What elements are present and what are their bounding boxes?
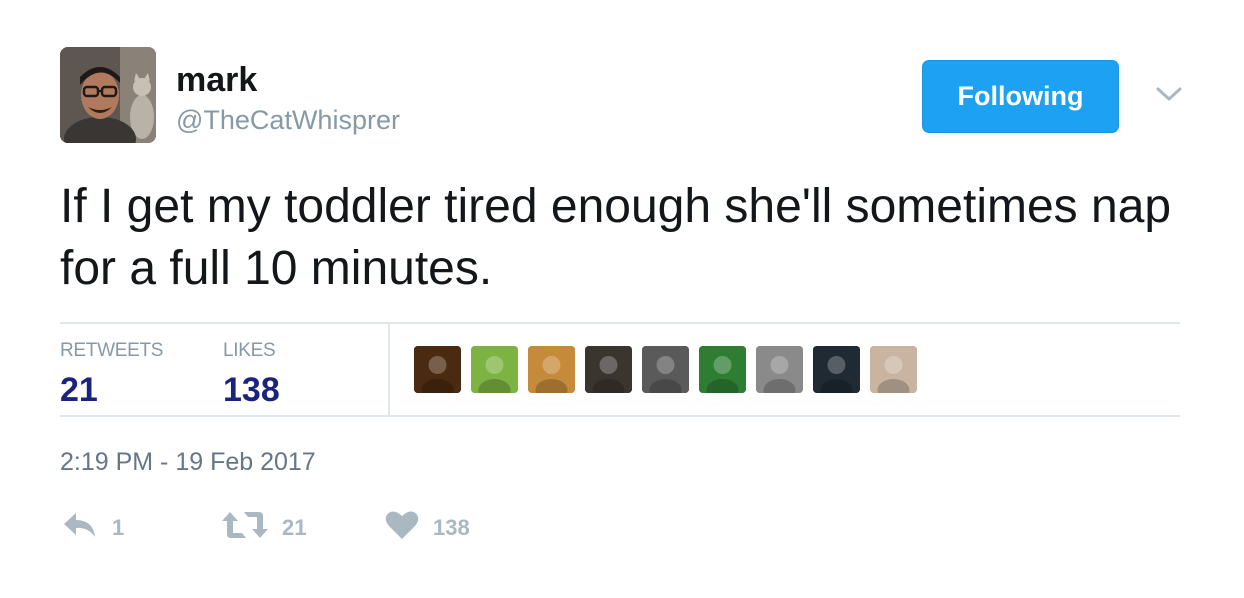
retweets-stat[interactable]: RETWEETS 21: [60, 340, 163, 410]
likes-label: LIKES: [223, 340, 276, 361]
retweet-icon[interactable]: [222, 510, 268, 545]
avatar[interactable]: [60, 47, 156, 143]
like-count: 138: [433, 514, 470, 540]
stats-top-divider: [60, 322, 1180, 324]
liker-avatar[interactable]: [870, 346, 917, 393]
reply-icon[interactable]: [62, 510, 98, 545]
stats-vertical-divider: [388, 323, 390, 416]
stats-bottom-divider: [60, 415, 1180, 417]
reply-action[interactable]: 1: [62, 510, 124, 545]
liker-avatar[interactable]: [642, 346, 689, 393]
liker-avatar[interactable]: [699, 346, 746, 393]
retweets-count[interactable]: 21: [60, 370, 163, 410]
avatar-image: [60, 47, 156, 143]
author-display-name[interactable]: mark: [176, 60, 257, 100]
liker-avatar[interactable]: [528, 346, 575, 393]
liker-avatars: [414, 346, 917, 393]
liker-avatar[interactable]: [813, 346, 860, 393]
reply-count: 1: [112, 514, 125, 540]
liker-avatar[interactable]: [756, 346, 803, 393]
liker-avatar[interactable]: [471, 346, 518, 393]
author-handle[interactable]: @TheCatWhisprer: [176, 103, 400, 137]
likes-count[interactable]: 138: [223, 370, 280, 410]
retweet-action[interactable]: 21: [222, 510, 306, 545]
liker-avatar[interactable]: [414, 346, 461, 393]
heart-icon[interactable]: [385, 510, 419, 545]
like-action[interactable]: 138: [385, 510, 470, 545]
liker-avatar[interactable]: [585, 346, 632, 393]
retweet-count: 21: [282, 514, 307, 540]
retweets-label: RETWEETS: [60, 340, 164, 361]
following-button[interactable]: Following: [922, 60, 1119, 133]
tweet-timestamp[interactable]: 2:19 PM - 19 Feb 2017: [60, 447, 316, 477]
likes-stat[interactable]: LIKES 138: [223, 340, 280, 410]
chevron-down-icon[interactable]: [1154, 84, 1184, 104]
tweet-text: If I get my toddler tired enough she'll …: [60, 180, 1172, 295]
